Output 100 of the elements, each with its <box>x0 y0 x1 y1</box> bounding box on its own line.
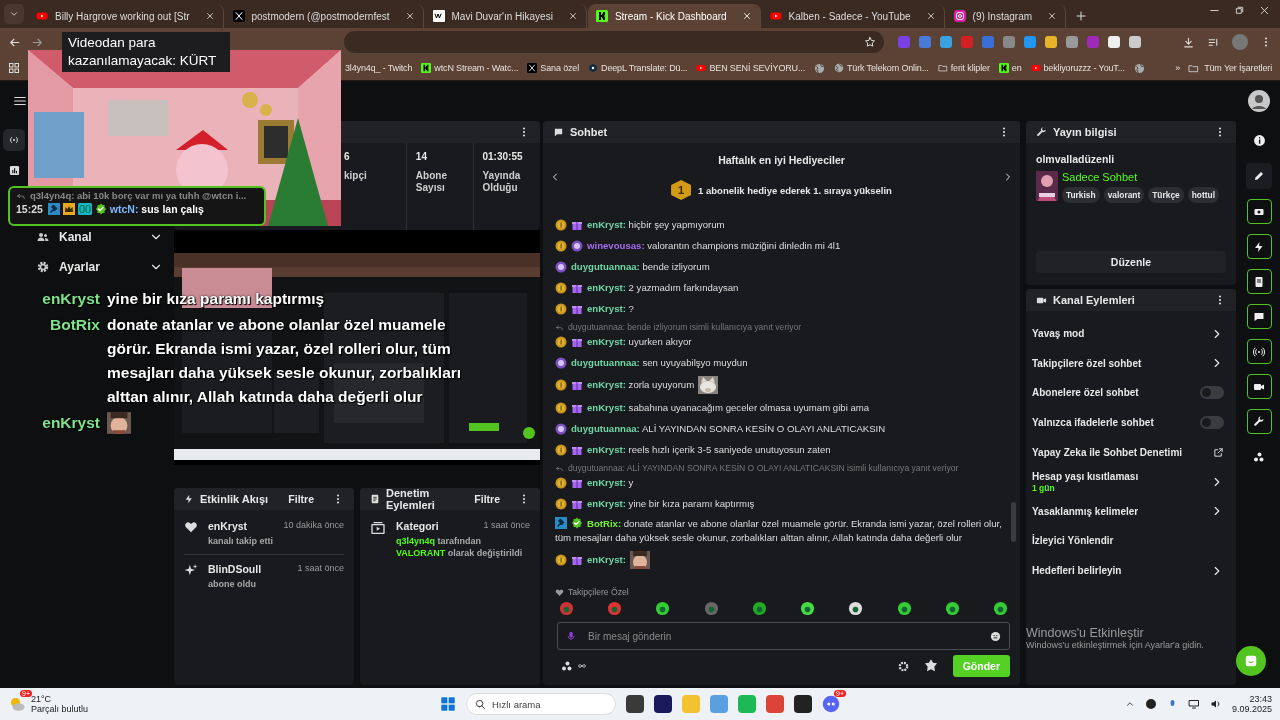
network-icon[interactable] <box>1187 698 1200 710</box>
bookmark[interactable]: Türk Telekom Onlin... <box>834 63 929 73</box>
message-input[interactable]: Bir mesaj gönderin <box>557 622 1010 650</box>
app-icon[interactable] <box>654 695 672 713</box>
channel-action[interactable]: Abonelere özel sohbet <box>1032 387 1139 399</box>
tag-chip[interactable]: Turkish <box>1062 187 1100 203</box>
toggle-switch[interactable] <box>1200 416 1224 430</box>
tag-chip[interactable]: Türkçe <box>1148 187 1184 203</box>
tray-icon[interactable] <box>1144 698 1157 710</box>
bookmark[interactable]: ferit klipler <box>937 63 990 73</box>
close-icon[interactable] <box>1047 11 1058 21</box>
bolt-icon[interactable] <box>1253 240 1265 253</box>
settings-icon[interactable] <box>897 660 909 672</box>
x-logo-icon <box>527 63 538 73</box>
emote-icon[interactable] <box>944 601 960 616</box>
apps-icon[interactable] <box>8 62 20 74</box>
channel-action[interactable]: Takipçilere özel sohbet <box>1032 357 1142 369</box>
avatar-icon[interactable] <box>1248 90 1270 112</box>
info-icon[interactable] <box>1252 133 1266 147</box>
dots-icon[interactable] <box>561 660 573 672</box>
filter-button[interactable]: Filtre <box>474 493 500 505</box>
chat-message: duygutuannaa: ALİ YAYINDAN SONRA KESİN O OLAYI ANLATICAKSIN <box>571 421 886 436</box>
channel-action[interactable]: Yavaş mod <box>1032 328 1085 340</box>
channel-action[interactable]: Hesap yaşı kısıtlaması <box>1032 470 1139 482</box>
sidebar-item[interactable]: Ayarlar <box>59 260 139 274</box>
badge-star-icon[interactable] <box>922 658 939 674</box>
close-icon[interactable] <box>741 11 752 21</box>
extension-icon[interactable] <box>1045 36 1057 48</box>
download-icon[interactable] <box>1182 35 1195 49</box>
globe-icon <box>1133 62 1145 74</box>
stat-value: 01:30:55 <box>482 151 524 162</box>
external-link-icon[interactable] <box>1213 446 1224 458</box>
pencil-icon[interactable] <box>1253 170 1265 182</box>
document-icon[interactable] <box>1253 275 1265 288</box>
emote-icon[interactable] <box>655 601 671 616</box>
channel-action[interactable]: Yapay Zeka ile Sohbet Denetimi <box>1032 446 1183 458</box>
extension-icon[interactable] <box>940 36 952 48</box>
chat-message: enKryst: hiçbir şey yapmıyorum <box>587 217 725 232</box>
channel-name: olmvalladüzenli <box>1036 153 1116 165</box>
bookmark[interactable]: bekliyoruzzz - YouT... <box>1030 63 1125 73</box>
emote-icon[interactable] <box>896 601 912 616</box>
search-field[interactable]: Hızlı arama <box>466 693 616 715</box>
chat-bubble-icon[interactable] <box>822 695 840 713</box>
close-icon[interactable] <box>925 11 936 21</box>
filter-button[interactable]: Filtre <box>288 493 314 505</box>
coin-icon <box>555 379 567 391</box>
channel-action[interactable]: Yasaklanmış kelimeler <box>1032 505 1139 517</box>
channel-action[interactable]: İzleyici Yönlendir <box>1032 535 1114 547</box>
emote-icon[interactable] <box>848 601 864 616</box>
chart-icon[interactable] <box>8 164 20 176</box>
star-icon[interactable] <box>864 36 876 48</box>
tag-chip[interactable]: hottul <box>1187 187 1219 203</box>
action-value: 1 gün <box>1032 482 1056 493</box>
channel-action[interactable]: Hedefleri belirleyin <box>1032 565 1122 577</box>
emote-icon[interactable] <box>992 601 1008 616</box>
tag-chip[interactable]: valorant <box>1103 187 1145 203</box>
bookmark[interactable]: BEN SENİ SEVİYORU... <box>696 63 805 73</box>
panel-title: Yayın bilgisi <box>1053 126 1118 138</box>
close-icon[interactable] <box>1259 4 1270 16</box>
channel-action[interactable]: Yalnızca ifadelerle sohbet <box>1032 417 1154 429</box>
emoji-icon[interactable] <box>990 630 1001 642</box>
chat-icon[interactable] <box>1253 310 1265 323</box>
menu-icon[interactable] <box>13 94 27 108</box>
new-tab-icon[interactable] <box>1075 10 1088 22</box>
dots-icon[interactable] <box>1253 451 1265 463</box>
sidebar-item[interactable]: Kanal <box>59 230 139 244</box>
start-icon[interactable] <box>440 696 456 712</box>
emote-icon[interactable] <box>800 601 816 616</box>
extension-icon[interactable] <box>1066 36 1078 48</box>
extension-icon[interactable] <box>1108 36 1120 48</box>
broadcast-icon[interactable] <box>1253 345 1265 358</box>
all-bookmarks[interactable]: Tüm Yer İşaretleri <box>1188 62 1272 74</box>
play-logo-icon <box>696 63 707 73</box>
edit-button[interactable]: Düzenle <box>1036 251 1226 273</box>
app-icon[interactable] <box>626 695 644 713</box>
volume-icon[interactable] <box>1209 698 1222 710</box>
play-logo-icon <box>1030 63 1041 73</box>
wrench-icon[interactable] <box>1253 415 1265 428</box>
extension-icon[interactable] <box>1024 36 1036 48</box>
close-icon[interactable] <box>567 11 578 21</box>
app-icon[interactable] <box>794 695 812 713</box>
stat-value: 6 <box>344 151 351 162</box>
emote-icon[interactable] <box>751 601 767 616</box>
microphone-icon <box>566 630 576 642</box>
more-bookmarks-button[interactable]: » <box>1175 63 1181 73</box>
bookmark[interactable]: wtcN Stream - Watc... <box>421 63 519 73</box>
toggle-switch[interactable] <box>1200 386 1224 400</box>
browser-tab[interactable]: Stream - Kick Dashboard <box>587 4 761 28</box>
bookmark[interactable]: Sana özel <box>527 63 580 73</box>
extension-icon[interactable] <box>1129 36 1141 48</box>
close-icon[interactable] <box>404 11 415 21</box>
category-link[interactable]: Sadece Sohbet <box>1062 171 1219 183</box>
infinity-icon[interactable] <box>575 661 589 671</box>
chevron-up-icon[interactable] <box>1124 699 1135 709</box>
restore-icon[interactable] <box>1234 4 1245 16</box>
close-icon[interactable] <box>204 11 215 21</box>
bookmark[interactable]: DeepL Translate: Dü... <box>588 63 688 73</box>
bookmark[interactable]: en <box>998 63 1022 73</box>
bookmark[interactable]: 3l4yn4q_ - Twitch <box>345 63 413 73</box>
broadcast-button[interactable] <box>3 129 25 151</box>
